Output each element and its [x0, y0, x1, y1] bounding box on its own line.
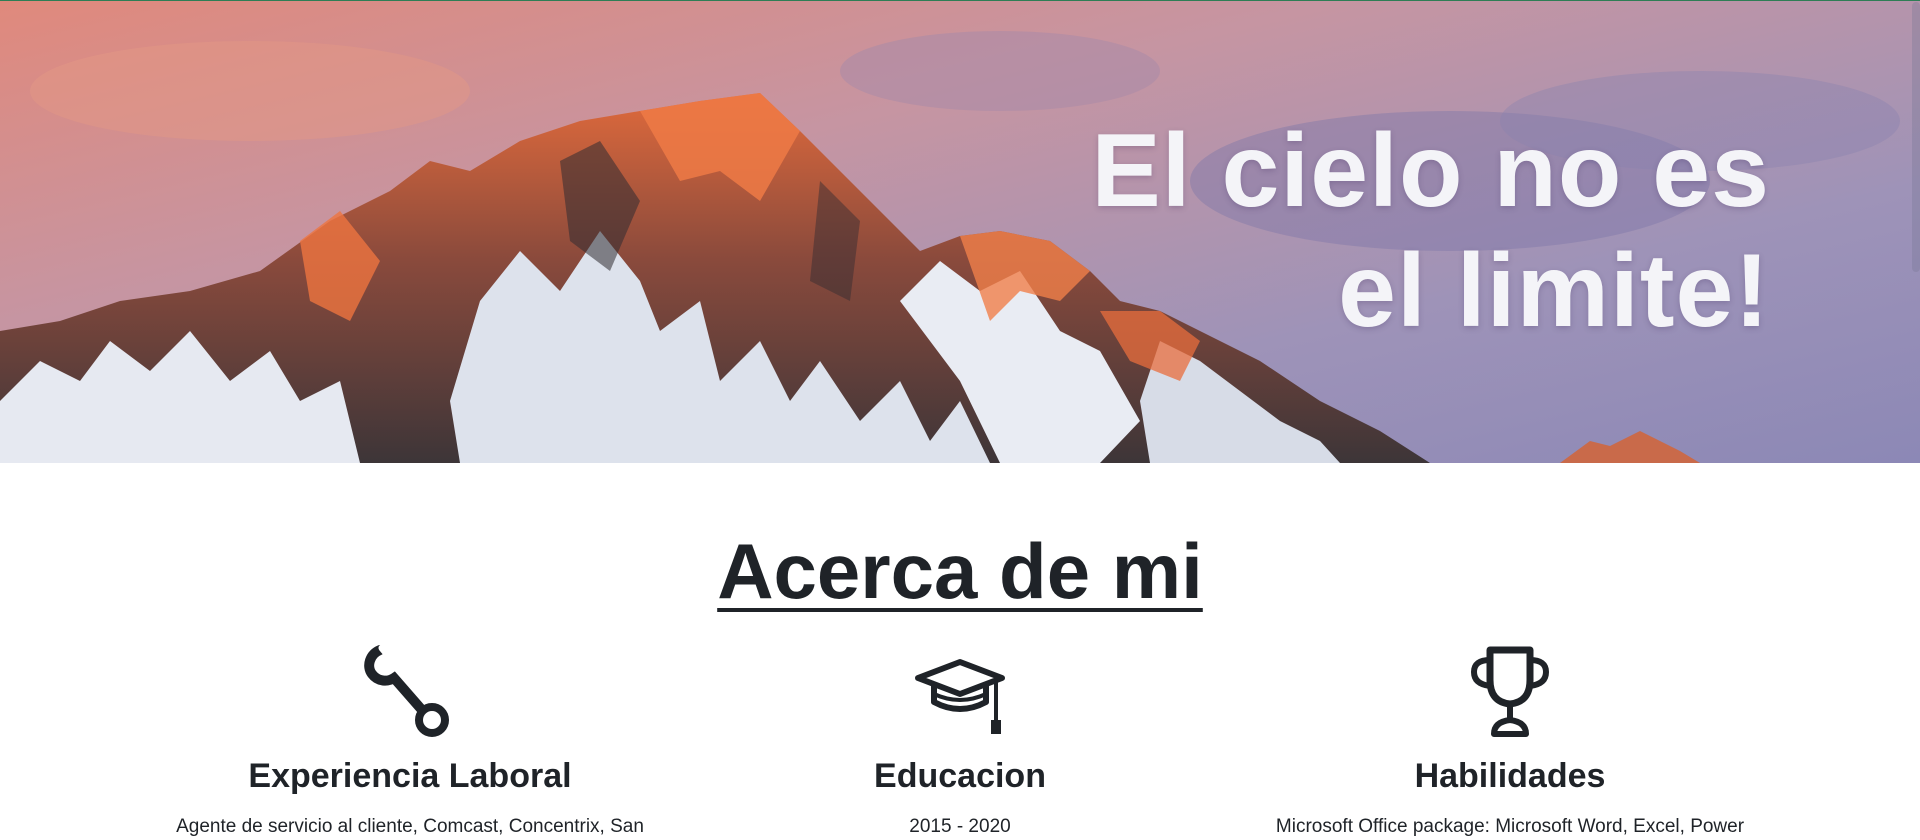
hero-title-line-2: el limite! [1338, 233, 1770, 349]
education-heading: Educacion [874, 757, 1046, 795]
work-experience-column: Experiencia Laboral Agente de servicio a… [130, 640, 690, 840]
hero-title-line-1: El cielo no es [1091, 113, 1770, 229]
hero-banner: El cielo no es el limite! [0, 1, 1920, 463]
wrench-icon [364, 644, 449, 737]
skills-heading: Habilidades [1414, 757, 1606, 795]
about-section-title: Acerca de mi [717, 527, 1203, 615]
trophy-icon [1470, 646, 1550, 737]
scrollbar-thumb[interactable] [1912, 2, 1920, 272]
graduation-cap-icon [915, 659, 1005, 734]
skills-column: Habilidades Microsoft Office package: Mi… [1230, 640, 1790, 840]
work-experience-heading: Experiencia Laboral [248, 757, 572, 795]
education-text: 2015 - 2020 [909, 816, 1011, 837]
hero-title: El cielo no es el limite! [1091, 111, 1770, 351]
skills-text: Microsoft Office package: Microsoft Word… [1275, 816, 1745, 837]
work-experience-text: Agente de servicio al cliente, Comcast, … [176, 816, 644, 837]
education-column: Educacion 2015 - 2020 [680, 640, 1240, 840]
